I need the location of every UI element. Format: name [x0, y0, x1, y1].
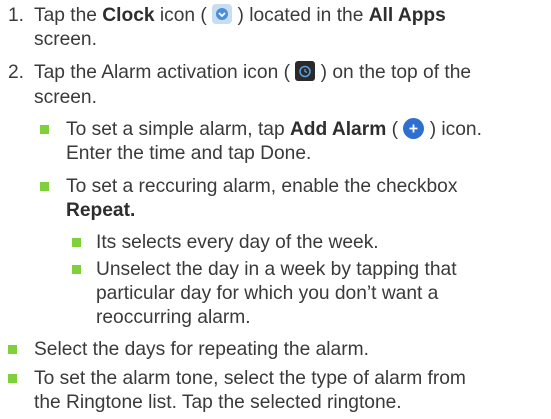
step-text-line: Tap the Alarm activation icon ( ) on the…: [34, 61, 472, 83]
instructions-page: 1. Tap the Clock icon ( ) located in the…: [0, 0, 551, 419]
add-plus-icon: [403, 118, 425, 139]
step-text-line: screen.: [34, 87, 97, 108]
step-number: 2.: [8, 62, 25, 83]
bullet-text-line: Unselect the day in a week by tapping th…: [96, 259, 457, 280]
bullet-marker: [72, 238, 81, 247]
bullet-marker: [72, 265, 81, 274]
bullet-text-line: To set a reccuring alarm, enable the che…: [66, 176, 458, 197]
bullet-text-line: particular day for which you don’t want …: [96, 283, 439, 304]
repeat-label: Repeat.: [66, 200, 136, 221]
bullet-text-line: Its selects every day of the week.: [96, 232, 379, 253]
step-text-line: Tap the Clock icon ( ) located in the Al…: [34, 4, 446, 26]
bullet-marker: [8, 345, 17, 354]
clock-label: Clock: [102, 5, 155, 26]
bullet-text-line: Enter the time and tap Done.: [66, 143, 312, 164]
bullet-marker: [8, 374, 17, 383]
bullet-text-line: To set a simple alarm, tap Add Alarm ( )…: [66, 118, 482, 140]
bullet-text-line: To set the alarm tone, select the type o…: [34, 368, 466, 389]
bullet-text-line: Repeat.: [66, 199, 135, 223]
alarm-clock-icon: [295, 61, 316, 81]
add-alarm-label: Add Alarm: [289, 119, 387, 140]
all-apps-label: All Apps: [368, 5, 446, 26]
clock-app-icon: [212, 4, 233, 24]
bullet-marker: [40, 182, 49, 191]
bullet-text-line: the Ringtone list. Tap the selected ring…: [34, 392, 402, 413]
step-number: 1.: [8, 5, 25, 26]
bullet-text-line: reoccurring alarm.: [96, 307, 251, 328]
bullet-marker: [40, 125, 49, 134]
bullet-text-line: Select the days for repeating the alarm.: [34, 339, 369, 360]
step-text-line: screen.: [34, 29, 97, 50]
